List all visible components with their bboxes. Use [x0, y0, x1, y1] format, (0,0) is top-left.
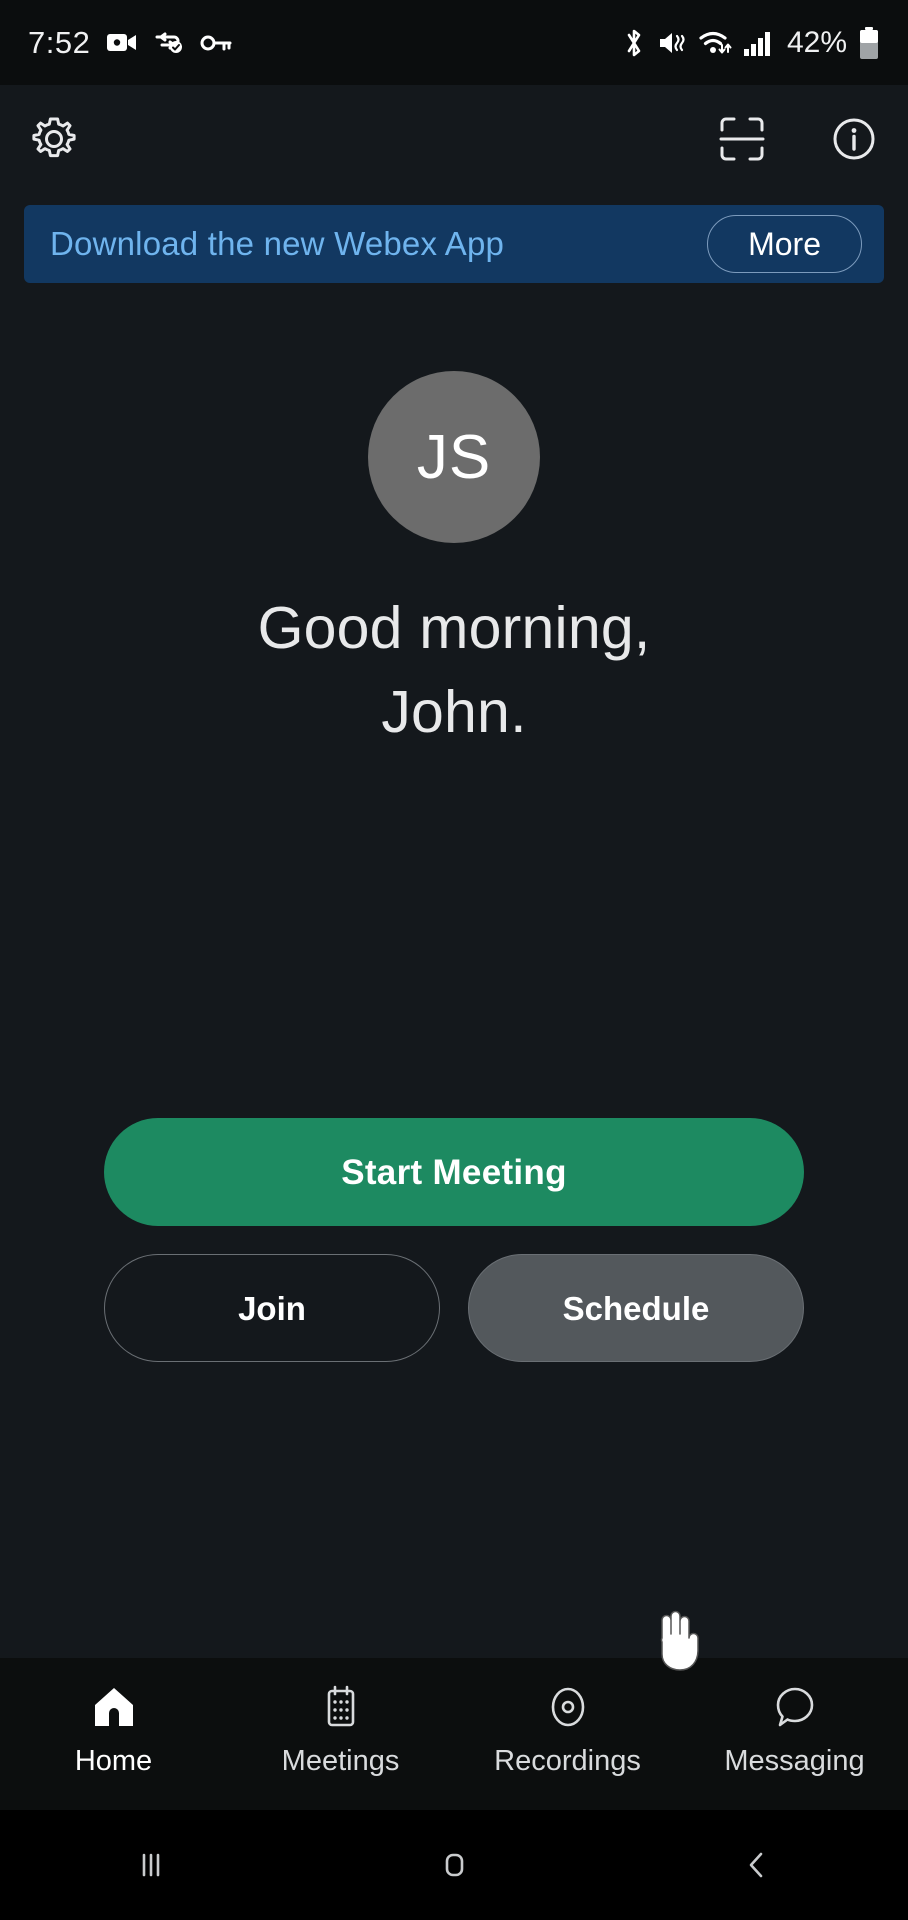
- schedule-button[interactable]: Schedule: [468, 1254, 804, 1362]
- signal-icon: [743, 29, 773, 57]
- gear-icon[interactable]: [28, 113, 80, 165]
- app-bar-actions: [716, 113, 880, 165]
- banner-container: Download the new Webex App More: [0, 193, 908, 283]
- banner-text: Download the new Webex App: [50, 225, 505, 262]
- nav-item-recordings[interactable]: Recordings: [454, 1685, 681, 1778]
- battery-percent-label: 42%: [786, 25, 847, 59]
- recents-button[interactable]: [0, 1845, 303, 1885]
- wifi-icon: [698, 28, 732, 58]
- bottom-navigation: Home Meetings Recordings Messaging: [0, 1658, 908, 1810]
- camera-icon: [106, 30, 138, 56]
- home-content: JS Good morning, John. Start Meeting Joi…: [0, 283, 908, 1671]
- system-navigation-bar: [0, 1810, 908, 1920]
- phone-screen: 7:52 42% Download the new Webex App More…: [0, 0, 908, 1920]
- recents-icon: [131, 1845, 171, 1885]
- greeting: Good morning, John.: [258, 587, 651, 755]
- nav-label-meetings: Meetings: [281, 1744, 400, 1777]
- join-button[interactable]: Join: [104, 1254, 440, 1362]
- status-bar: 7:52 42%: [0, 0, 908, 85]
- avatar[interactable]: JS: [368, 371, 540, 543]
- scan-icon[interactable]: [716, 113, 768, 165]
- mute-vibrate-icon: [657, 28, 687, 58]
- app-bar: [0, 85, 908, 193]
- home-button[interactable]: [303, 1845, 606, 1885]
- vpn-icon: [154, 30, 184, 56]
- calendar-icon: [317, 1685, 365, 1729]
- nav-label-recordings: Recordings: [494, 1744, 641, 1777]
- nav-label-home: Home: [74, 1744, 153, 1777]
- start-meeting-button[interactable]: Start Meeting: [104, 1118, 804, 1226]
- avatar-initials: JS: [416, 422, 492, 492]
- status-bar-right: 42%: [622, 26, 880, 60]
- nav-item-meetings[interactable]: Meetings: [227, 1685, 454, 1778]
- greeting-line-2: John.: [381, 678, 527, 745]
- download-app-banner[interactable]: Download the new Webex App More: [24, 205, 884, 283]
- info-icon[interactable]: [828, 113, 880, 165]
- back-chevron-icon: [737, 1845, 777, 1885]
- nav-item-messaging[interactable]: Messaging: [681, 1685, 908, 1778]
- chat-bubble-icon: [771, 1685, 819, 1729]
- status-time: 7:52: [28, 24, 91, 60]
- greeting-line-1: Good morning,: [257, 595, 651, 661]
- key-icon: [200, 33, 232, 53]
- banner-more-button[interactable]: More: [707, 215, 862, 273]
- back-button[interactable]: [605, 1845, 908, 1885]
- bluetooth-icon: [622, 27, 646, 59]
- nav-label-messaging: Messaging: [724, 1744, 865, 1777]
- action-buttons: Start Meeting Join Schedule: [0, 1118, 908, 1362]
- nav-item-home[interactable]: Home: [0, 1685, 227, 1778]
- record-circle-icon: [544, 1685, 592, 1729]
- battery-icon: [858, 26, 880, 60]
- home-icon: [90, 1685, 138, 1729]
- status-bar-left: 7:52: [28, 25, 232, 61]
- secondary-buttons: Join Schedule: [104, 1254, 804, 1362]
- home-square-icon: [434, 1845, 474, 1885]
